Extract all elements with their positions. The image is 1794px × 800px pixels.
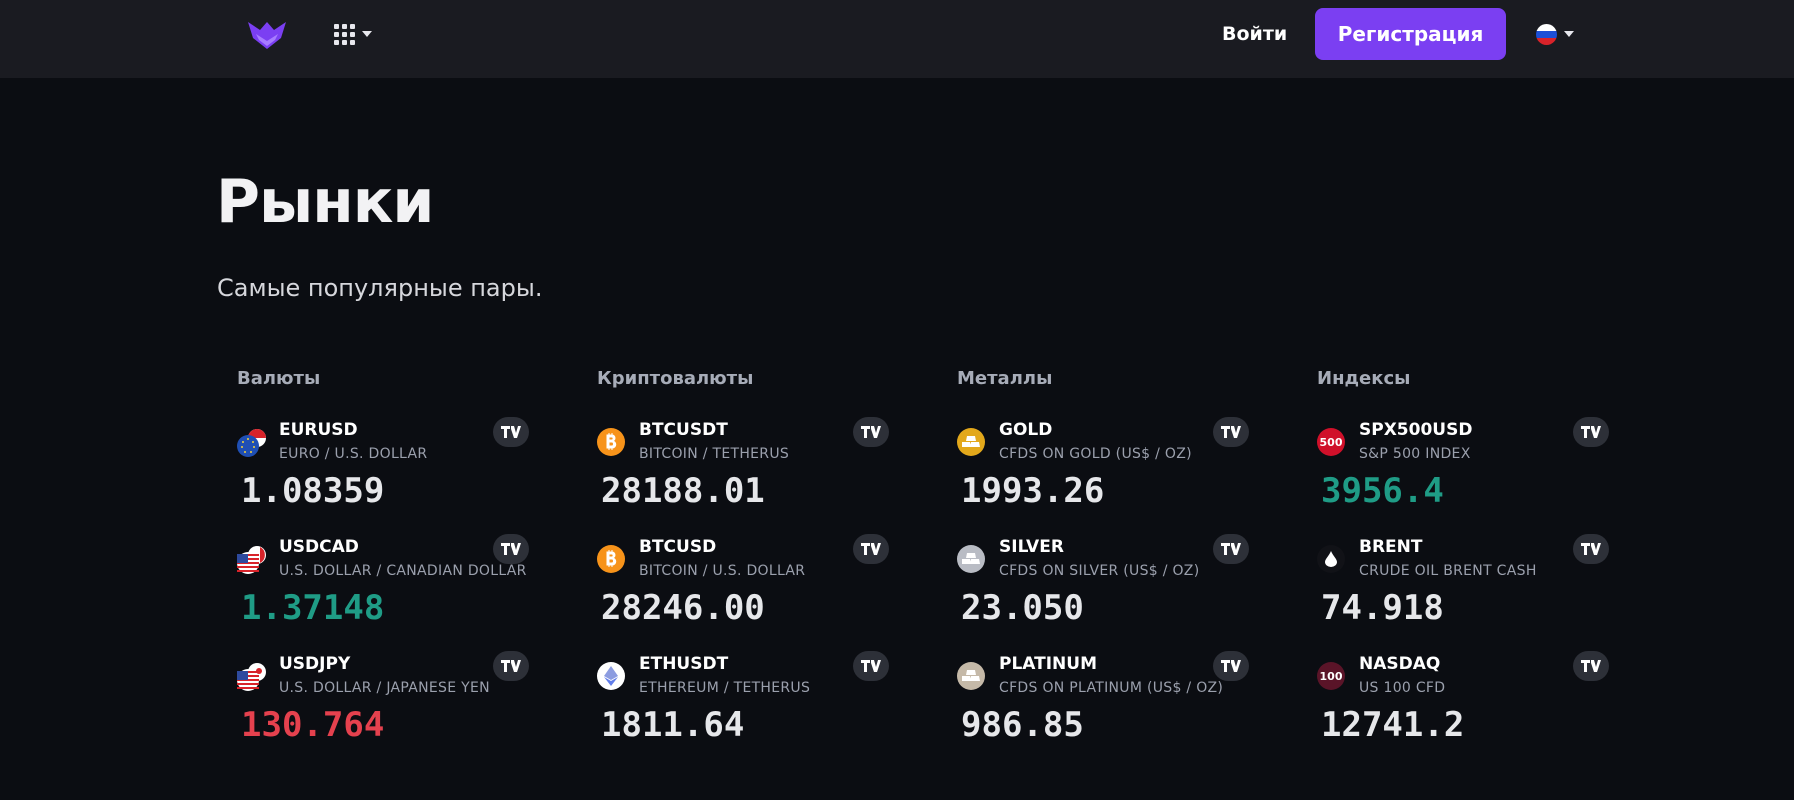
top-navigation-bar: Войти Регистрация (0, 0, 1794, 78)
oil-drop-icon (1317, 545, 1345, 573)
bitcoin-icon (597, 545, 625, 573)
market-symbol: SPX500USD (1359, 420, 1473, 440)
usd-cad-flags-icon (237, 545, 266, 574)
tradingview-chart-icon[interactable] (1573, 651, 1609, 681)
market-symbol: BTCUSDT (639, 420, 728, 440)
page-subtitle: Самые популярные пары. (217, 274, 543, 302)
market-card-btcusdt[interactable]: BTCUSDT BITCOIN / TETHERUS 28188.01 (597, 368, 897, 511)
eur-usd-flags-icon (237, 428, 266, 457)
market-card-eurusd[interactable]: EURUSD EURO / U.S. DOLLAR 1.08359 (237, 368, 537, 511)
chevron-down-icon (1564, 31, 1574, 37)
spx500-badge-icon: 500 (1317, 428, 1345, 456)
market-symbol: GOLD (999, 420, 1053, 440)
market-description: EURO / U.S. DOLLAR (279, 446, 428, 462)
market-price: 986.85 (961, 705, 1084, 745)
market-description: CRUDE OIL BRENT CASH (1359, 563, 1537, 579)
market-card-nasdaq[interactable]: 100 NASDAQ US 100 CFD 12741.2 (1317, 602, 1617, 745)
page-title: Рынки (216, 167, 434, 237)
grid-icon (334, 23, 355, 45)
market-description: U.S. DOLLAR / CANADIAN DOLLAR (279, 563, 527, 579)
market-card-usdjpy[interactable]: USDJPY U.S. DOLLAR / JAPANESE YEN 130.76… (237, 602, 537, 745)
market-symbol: USDCAD (279, 537, 359, 557)
market-symbol: PLATINUM (999, 654, 1097, 674)
bitcoin-icon (597, 428, 625, 456)
market-symbol: USDJPY (279, 654, 351, 674)
market-description: US 100 CFD (1359, 680, 1446, 696)
tradingview-chart-icon[interactable] (1573, 534, 1609, 564)
market-description: CFDS ON PLATINUM (US$ / OZ) (999, 680, 1224, 696)
silver-bars-icon (957, 545, 985, 573)
gold-bars-icon (957, 428, 985, 456)
usd-jpy-flags-icon (237, 662, 266, 691)
tradingview-chart-icon[interactable] (853, 651, 889, 681)
market-card-spx500usd[interactable]: 500 SPX500USD S&P 500 INDEX 3956.4 (1317, 368, 1617, 511)
tradingview-chart-icon[interactable] (1213, 651, 1249, 681)
tradingview-chart-icon[interactable] (493, 651, 529, 681)
market-description: BITCOIN / U.S. DOLLAR (639, 563, 806, 579)
market-description: ETHEREUM / TETHERUS (639, 680, 811, 696)
tradingview-chart-icon[interactable] (853, 534, 889, 564)
market-price: 130.764 (241, 705, 385, 745)
market-card-platinum[interactable]: PLATINUM CFDS ON PLATINUM (US$ / OZ) 986… (957, 602, 1257, 745)
tradingview-chart-icon[interactable] (1573, 417, 1609, 447)
platinum-bars-icon (957, 662, 985, 690)
tradingview-chart-icon[interactable] (493, 417, 529, 447)
market-card-gold[interactable]: GOLD CFDS ON GOLD (US$ / OZ) 1993.26 (957, 368, 1257, 511)
market-card-btcusd[interactable]: BTCUSD BITCOIN / U.S. DOLLAR 28246.00 (597, 485, 897, 628)
market-symbol: NASDAQ (1359, 654, 1441, 674)
market-description: S&P 500 INDEX (1359, 446, 1471, 462)
market-description: CFDS ON SILVER (US$ / OZ) (999, 563, 1200, 579)
apps-menu-button[interactable] (334, 21, 376, 47)
login-link[interactable]: Войти (1222, 20, 1287, 48)
brand-logo-icon[interactable] (246, 18, 288, 52)
register-button[interactable]: Регистрация (1315, 8, 1506, 60)
chevron-down-icon (362, 31, 372, 37)
market-price: 12741.2 (1321, 705, 1465, 745)
market-description: U.S. DOLLAR / JAPANESE YEN (279, 680, 490, 696)
market-card-ethusdt[interactable]: ETHUSDT ETHEREUM / TETHERUS 1811.64 (597, 602, 897, 745)
tradingview-chart-icon[interactable] (1213, 417, 1249, 447)
ethereum-icon (597, 662, 625, 690)
market-card-brent[interactable]: BRENT CRUDE OIL BRENT CASH 74.918 (1317, 485, 1617, 628)
tradingview-chart-icon[interactable] (1213, 534, 1249, 564)
market-symbol: EURUSD (279, 420, 358, 440)
market-symbol: SILVER (999, 537, 1064, 557)
market-price: 1811.64 (601, 705, 745, 745)
nasdaq-badge-icon: 100 (1317, 662, 1345, 690)
market-description: BITCOIN / TETHERUS (639, 446, 790, 462)
market-symbol: BTCUSD (639, 537, 717, 557)
language-selector[interactable] (1536, 22, 1580, 46)
market-card-silver[interactable]: SILVER CFDS ON SILVER (US$ / OZ) 23.050 (957, 485, 1257, 628)
tradingview-chart-icon[interactable] (853, 417, 889, 447)
market-symbol: BRENT (1359, 537, 1423, 557)
market-card-usdcad[interactable]: USDCAD U.S. DOLLAR / CANADIAN DOLLAR 1.3… (237, 485, 537, 628)
tradingview-chart-icon[interactable] (493, 534, 529, 564)
russia-flag-icon (1536, 23, 1557, 45)
market-symbol: ETHUSDT (639, 654, 729, 674)
market-description: CFDS ON GOLD (US$ / OZ) (999, 446, 1192, 462)
